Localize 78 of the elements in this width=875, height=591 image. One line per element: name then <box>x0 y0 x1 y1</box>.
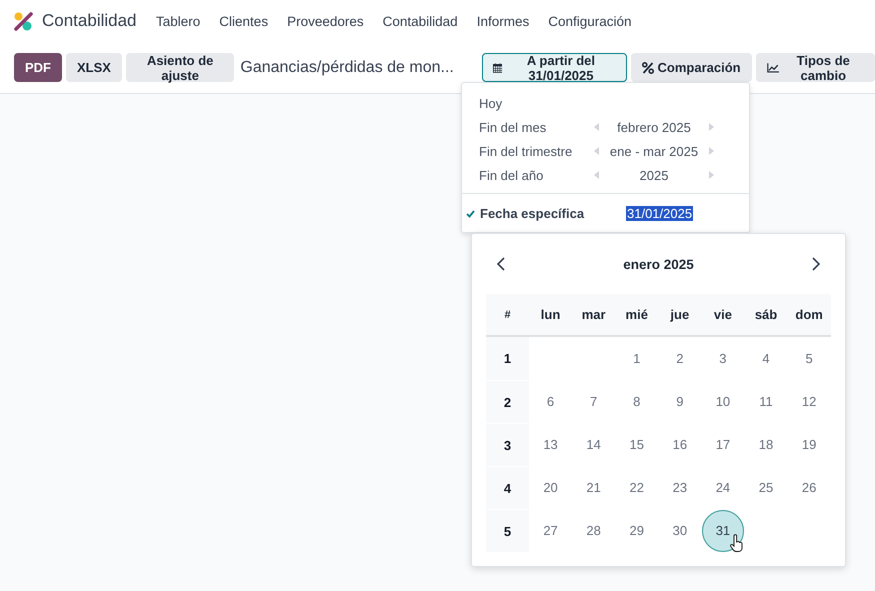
report-title: Ganancias/pérdidas de mon... <box>240 58 454 76</box>
previous-arrow-icon[interactable] <box>594 171 600 179</box>
next-arrow-icon[interactable] <box>708 123 714 131</box>
calendar-day[interactable]: 2 <box>658 338 701 380</box>
calendar-day[interactable]: 25 <box>745 466 788 508</box>
next-month-icon[interactable] <box>810 257 821 271</box>
calendar-day[interactable]: 5 <box>788 338 830 380</box>
weekday-header: dom <box>788 294 831 337</box>
calendar-day[interactable]: 9 <box>658 380 701 422</box>
month-title: enero 2025 <box>623 256 694 272</box>
week-number: 3 <box>486 423 529 466</box>
menu-item[interactable]: Configuración <box>538 14 642 28</box>
app-logo[interactable] <box>14 12 33 30</box>
week-number: 4 <box>486 466 529 509</box>
line-chart-icon <box>766 62 779 74</box>
toolbar-button[interactable]: Asiento de ajuste <box>126 53 234 82</box>
weekday-header: sáb <box>744 294 788 337</box>
calendar-day[interactable]: 7 <box>572 380 615 422</box>
calendar-day[interactable]: 16 <box>658 424 701 466</box>
calendar-day[interactable]: 6 <box>530 380 572 422</box>
calendar-day[interactable]: 13 <box>530 424 572 466</box>
weekday-header: vie <box>701 294 744 337</box>
calendar-day[interactable]: 30 <box>658 510 701 552</box>
date-input[interactable]: 31/01/2025 <box>626 206 694 220</box>
weekday-header: mar <box>572 294 616 337</box>
previous-arrow-icon[interactable] <box>594 147 600 155</box>
date-option[interactable]: Fin del trimestre ene - mar 2025 <box>462 139 749 163</box>
calendar-day[interactable]: 21 <box>572 466 615 508</box>
calendar-day[interactable]: 8 <box>616 380 658 422</box>
calendar-day[interactable]: 18 <box>745 424 788 466</box>
hand-cursor-icon <box>730 534 744 552</box>
calendar-day[interactable]: 22 <box>616 466 658 508</box>
calendar-day[interactable]: 12 <box>788 380 830 422</box>
previous-month-icon[interactable] <box>496 257 506 271</box>
next-arrow-icon[interactable] <box>708 147 714 155</box>
filter-button[interactable]: A partir del 31/01/2025 <box>482 53 627 82</box>
week-number: 2 <box>486 380 529 423</box>
app-name[interactable]: Contabilidad <box>42 11 137 31</box>
weekday-header: mié <box>615 294 658 337</box>
menu-item[interactable]: Clientes <box>210 14 278 28</box>
week-number: 5 <box>486 509 529 552</box>
calendar-day[interactable]: 29 <box>616 510 658 552</box>
weekday-header: jue <box>658 294 702 337</box>
calendar-day[interactable]: 19 <box>788 424 830 466</box>
calendar-day[interactable]: 15 <box>616 424 658 466</box>
calendar-day[interactable]: 10 <box>702 380 744 422</box>
menu-item[interactable]: Tablero <box>146 14 210 28</box>
calendar-day[interactable]: 17 <box>702 424 744 466</box>
week-column-header: # <box>486 294 529 337</box>
primary-button[interactable]: PDF <box>14 53 62 82</box>
calendar-day[interactable]: 28 <box>572 510 615 552</box>
next-arrow-icon[interactable] <box>708 171 714 179</box>
calendar-day[interactable]: 20 <box>530 466 572 508</box>
week-number: 1 <box>486 337 529 380</box>
calendar-day[interactable]: 4 <box>745 338 788 380</box>
calendar-day[interactable]: 11 <box>745 380 788 422</box>
date-option[interactable]: Fin del mes febrero 2025 <box>462 115 749 139</box>
weekday-header: lun <box>529 294 572 337</box>
calendar-day[interactable]: 31 <box>702 510 744 552</box>
percent-icon <box>642 62 654 74</box>
specific-date-label[interactable]: Fecha específica <box>480 206 626 220</box>
calendar-day[interactable]: 14 <box>572 424 615 466</box>
toolbar-button[interactable]: XLSX <box>66 53 122 82</box>
previous-arrow-icon[interactable] <box>594 123 600 131</box>
menu-item[interactable]: Contabilidad <box>373 14 468 28</box>
calendar-day[interactable]: 26 <box>788 466 830 508</box>
calendar-day[interactable]: 24 <box>702 466 744 508</box>
date-option[interactable]: Hoy <box>462 91 749 115</box>
filter-button[interactable]: Tipos de cambio <box>756 53 875 82</box>
calendar-day[interactable]: 27 <box>530 510 572 552</box>
menu-item[interactable]: Informes <box>467 14 539 28</box>
calendar-day[interactable]: 23 <box>658 466 701 508</box>
menu-item[interactable]: Proveedores <box>278 14 374 28</box>
filter-button[interactable]: Comparación <box>630 53 752 82</box>
calendar-day[interactable]: 1 <box>616 338 658 380</box>
date-option[interactable]: Fin del año 2025 <box>462 163 749 187</box>
calendar-day[interactable]: 3 <box>702 338 744 380</box>
calendar-icon <box>492 62 502 74</box>
